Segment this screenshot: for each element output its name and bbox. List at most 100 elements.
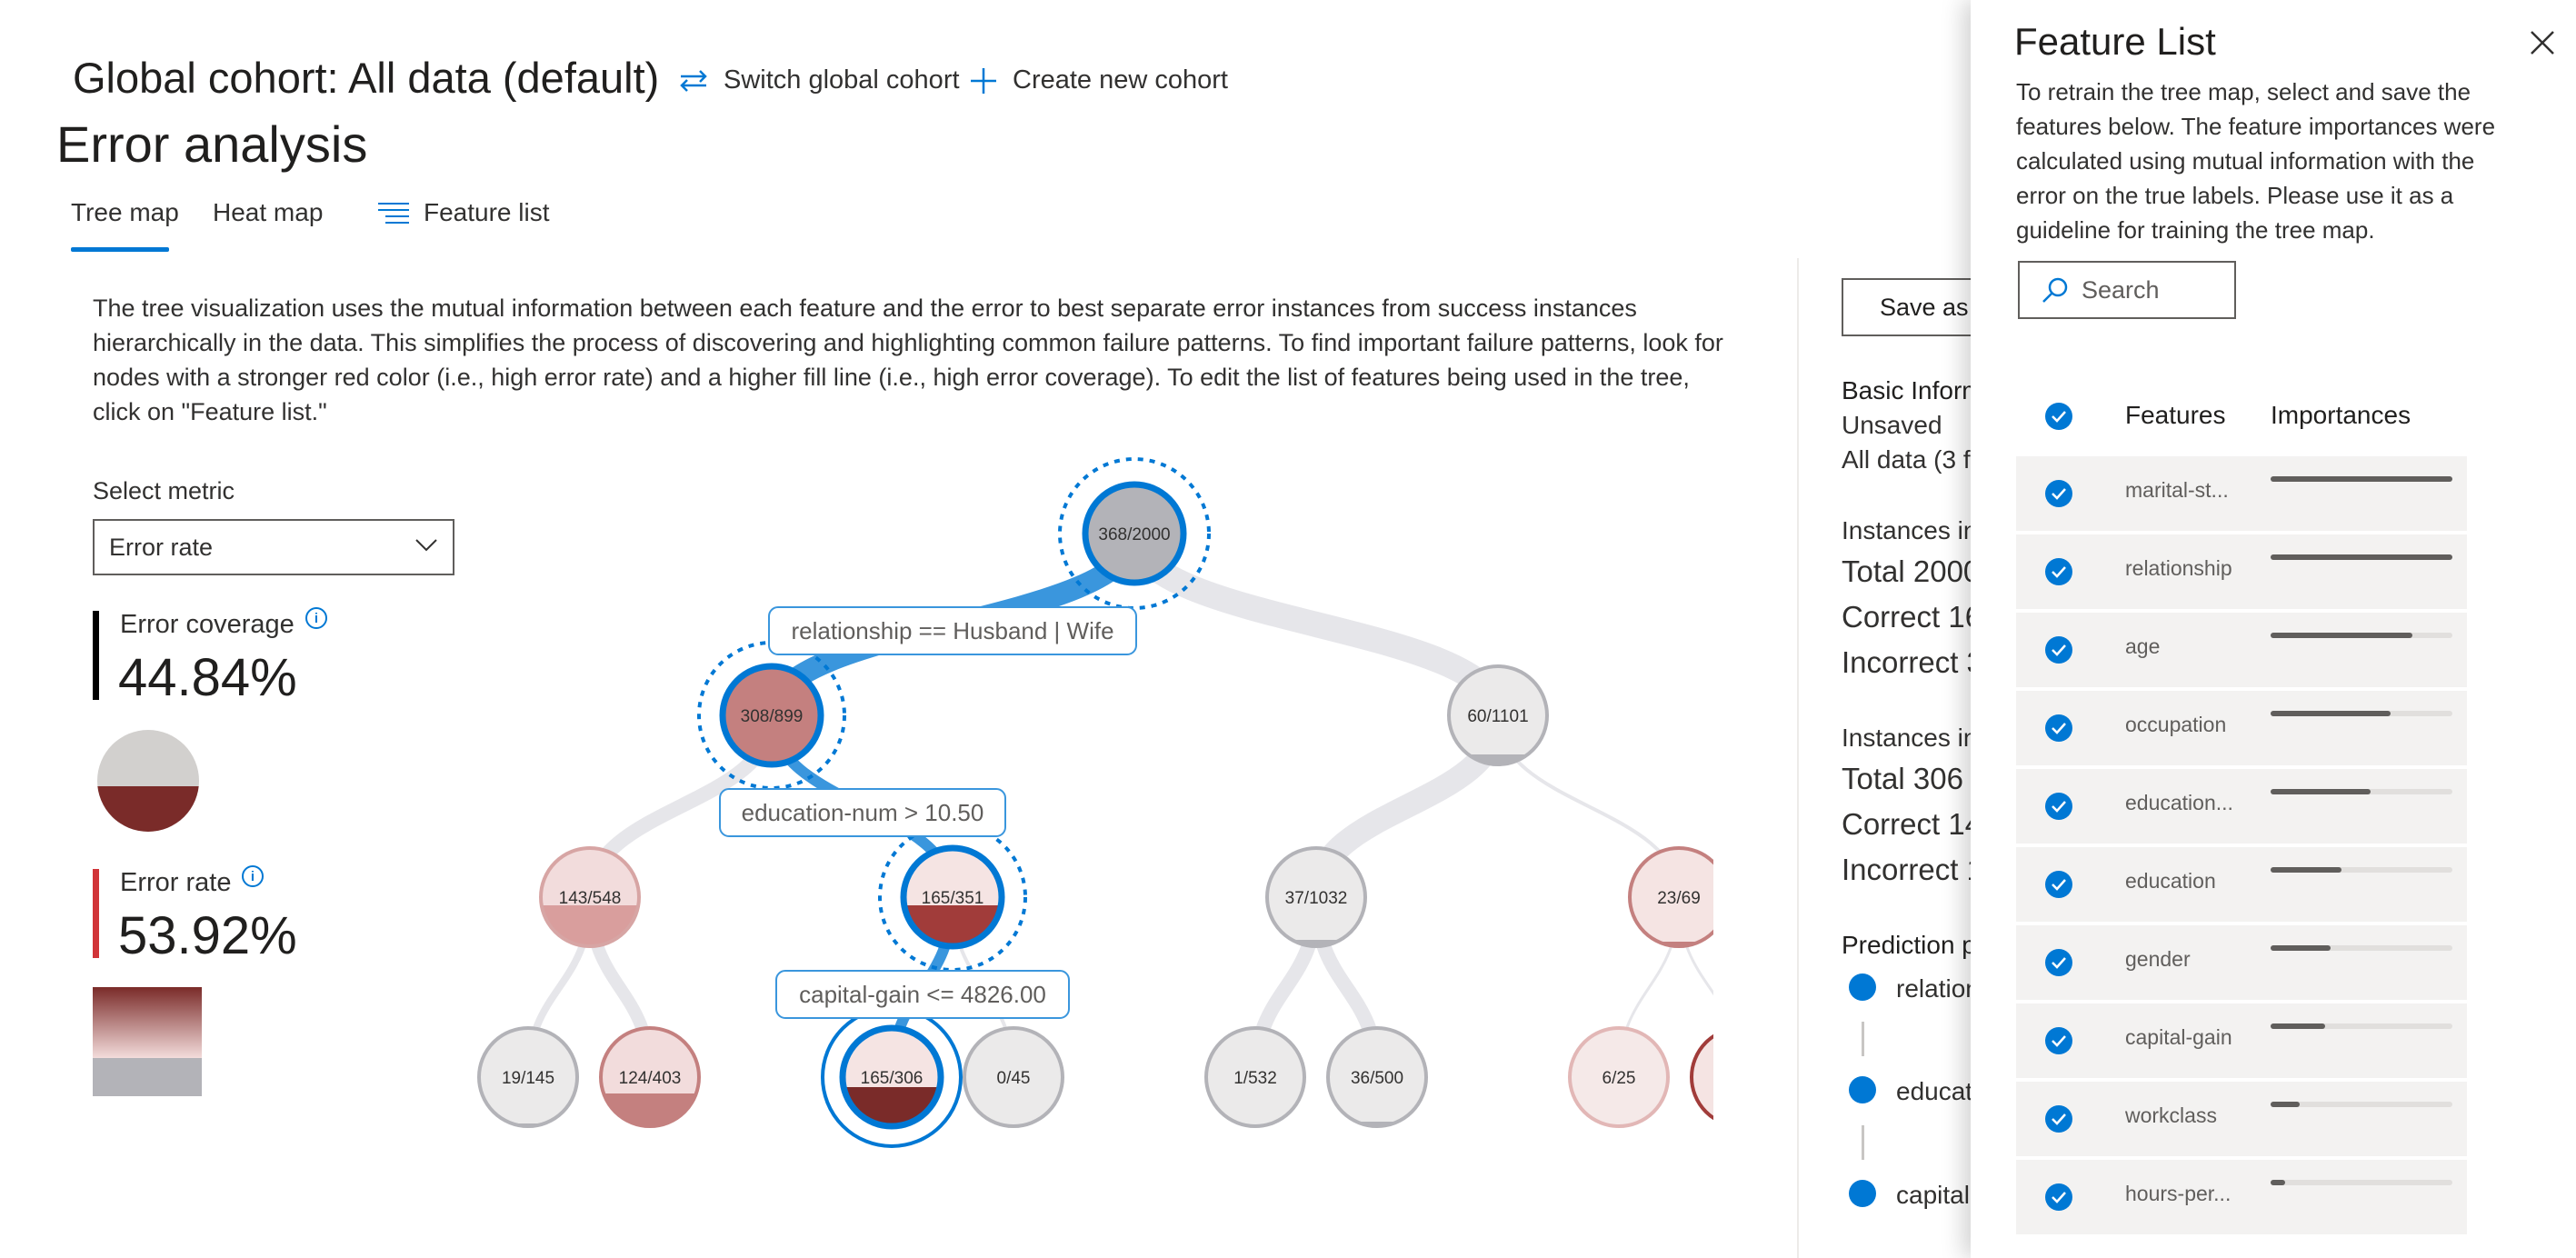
path-node-label: relation: [1896, 974, 1980, 1003]
instances-heading: Instances in: [1842, 724, 1978, 752]
tree-node[interactable]: 60/1101: [1445, 664, 1551, 773]
feature-name: gender: [2125, 947, 2191, 971]
feature-row[interactable]: education: [2016, 847, 2467, 922]
path-node-dot: [1849, 1076, 1876, 1103]
path-node-dot: [1849, 973, 1876, 1001]
importance-fill: [2271, 711, 2391, 716]
tree-node[interactable]: 0/45: [963, 1026, 1064, 1128]
importance-fill: [2271, 554, 2452, 560]
total-instances: Total 306: [1842, 762, 1963, 795]
edge-label-text: education-num > 10.50: [742, 799, 984, 826]
tree-node-label: 165/306: [861, 1069, 924, 1088]
checkmark-icon: [2052, 723, 2066, 734]
feature-row[interactable]: occupation: [2016, 691, 2467, 765]
importance-fill: [2271, 867, 2341, 873]
feature-checkbox[interactable]: [2045, 871, 2072, 898]
search-input[interactable]: [2080, 275, 2229, 305]
edge-label: education-num > 10.50: [719, 788, 1006, 837]
tree-node-label: 23/69: [1657, 889, 1701, 908]
tree-node-label: 124/403: [619, 1069, 682, 1088]
importance-bar: [2271, 554, 2452, 560]
feature-row[interactable]: workclass: [2016, 1082, 2467, 1156]
importance-fill: [2271, 945, 2331, 951]
checkmark-icon: [2052, 1113, 2066, 1125]
tree-node-label: 19/145: [502, 1069, 554, 1088]
cohort-unsaved: Unsaved: [1842, 411, 1942, 439]
tree-map: 368/2000 308/899 60/1101 143/548 165/351…: [475, 457, 1713, 1148]
feature-checkbox[interactable]: [2045, 1183, 2072, 1211]
edge-label: relationship == Husband | Wife: [768, 606, 1137, 655]
tree-node[interactable]: 1/532: [1204, 1026, 1306, 1128]
feature-name: capital-gain: [2125, 1025, 2232, 1049]
checkmark-icon: [2052, 957, 2066, 969]
feature-row[interactable]: gender: [2016, 925, 2467, 1000]
search-icon: [2042, 277, 2068, 303]
feature-row[interactable]: age: [2016, 613, 2467, 687]
tree-node[interactable]: 37/1032: [1263, 846, 1369, 953]
importance-bar: [2271, 945, 2452, 951]
feature-name: occupation: [2125, 713, 2227, 736]
path-node-label: educati: [1896, 1077, 1979, 1105]
col-header-importances[interactable]: Importances: [2271, 401, 2411, 430]
checkmark-icon: [2052, 411, 2066, 423]
checkmark-icon: [2052, 1035, 2066, 1047]
checkmark-icon: [2052, 488, 2066, 500]
feature-checkbox[interactable]: [2045, 480, 2072, 507]
tree-node[interactable]: 23/69: [1626, 846, 1713, 954]
feature-checkbox[interactable]: [2045, 1027, 2072, 1054]
tree-node-label: 165/351: [922, 889, 984, 908]
feature-name: age: [2125, 634, 2161, 658]
importance-fill: [2271, 789, 2371, 794]
feature-name: workclass: [2125, 1103, 2217, 1127]
tree-node-label: 60/1101: [1467, 707, 1528, 726]
col-header-features[interactable]: Features: [2125, 401, 2226, 430]
close-icon[interactable]: [2527, 27, 2558, 58]
feature-search[interactable]: [2018, 261, 2236, 319]
feature-checkbox[interactable]: [2045, 949, 2072, 976]
tree-node[interactable]: 19/145: [475, 1026, 581, 1133]
feature-name: relationship: [2125, 556, 2232, 580]
edge-label-text: capital-gain <= 4826.00: [799, 981, 1046, 1008]
tree-node[interactable]: 165/306: [821, 1006, 963, 1148]
importance-fill: [2271, 1102, 2300, 1107]
tree-node-label: 0/45: [997, 1069, 1031, 1088]
tree-node-label: 143/548: [559, 889, 622, 908]
tree-node[interactable]: 6/25: [1568, 1026, 1670, 1128]
panel-title: Feature List: [2014, 20, 2216, 63]
checkmark-icon: [2052, 644, 2066, 656]
tree-node-label: 308/899: [741, 707, 804, 726]
importance-bar: [2271, 867, 2452, 873]
tree-node[interactable]: 165/351: [878, 823, 1027, 972]
feature-row[interactable]: education...: [2016, 769, 2467, 844]
importance-bar: [2271, 633, 2452, 638]
feature-row[interactable]: relationship: [2016, 534, 2467, 609]
edge-label: capital-gain <= 4826.00: [775, 970, 1070, 1019]
importance-fill: [2271, 1180, 2285, 1185]
feature-checkbox[interactable]: [2045, 558, 2072, 585]
feature-checkbox[interactable]: [2045, 793, 2072, 820]
panel-description: To retrain the tree map, select and save…: [2016, 78, 2496, 244]
feature-checkbox[interactable]: [2045, 636, 2072, 664]
correct-instances: Correct 16: [1842, 600, 1982, 634]
select-all-checkbox[interactable]: [2045, 403, 2072, 430]
feature-name: education: [2125, 869, 2216, 893]
cohort-filters: All data (3 fil: [1842, 445, 1982, 474]
tree-node[interactable]: 143/548: [537, 846, 643, 951]
tree-node-label: 36/500: [1351, 1069, 1403, 1088]
feature-checkbox[interactable]: [2045, 1105, 2072, 1133]
feature-row[interactable]: hours-per...: [2016, 1160, 2467, 1234]
feature-row[interactable]: capital-gain: [2016, 1003, 2467, 1078]
tree-node-label: 1/532: [1233, 1069, 1277, 1088]
feature-checkbox[interactable]: [2045, 714, 2072, 742]
tree-node-label: 37/1032: [1285, 889, 1348, 908]
importance-bar: [2271, 789, 2452, 794]
feature-row[interactable]: marital-st...: [2016, 456, 2467, 531]
tree-link: [1122, 521, 1511, 728]
tree-node[interactable]: 36/500: [1324, 1026, 1430, 1133]
tree-node[interactable]: [1690, 1028, 1713, 1126]
path-connector: [1862, 1022, 1864, 1056]
importance-bar: [2271, 1023, 2452, 1029]
tree-node[interactable]: 124/403: [597, 1026, 703, 1132]
basic-info-heading: Basic Inform: [1842, 376, 1983, 404]
importance-bar: [2271, 711, 2452, 716]
